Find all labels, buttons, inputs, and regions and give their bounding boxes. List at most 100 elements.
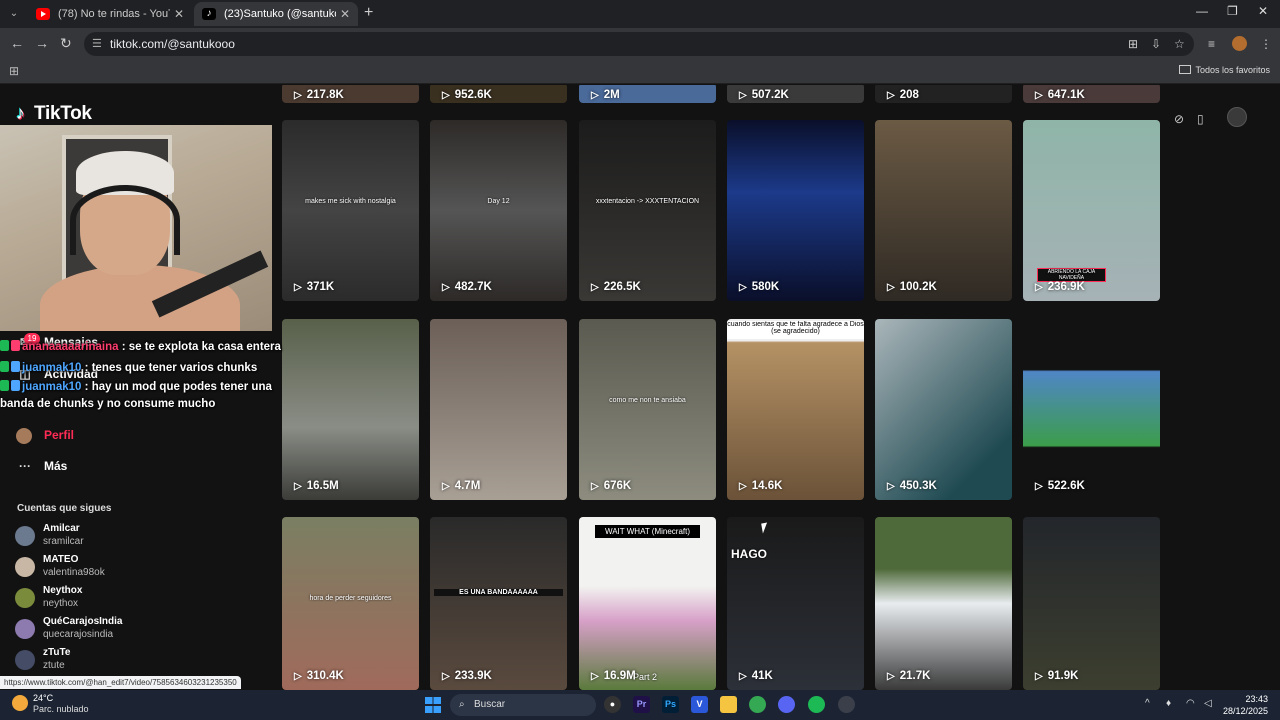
video-card[interactable]: 952.6K xyxy=(430,85,567,103)
tiktok-logo[interactable]: ♪ TikTok xyxy=(16,103,92,125)
close-icon[interactable]: ✕ xyxy=(174,2,184,26)
user-avatar[interactable] xyxy=(1227,107,1247,127)
taskbar-search[interactable]: ⌕ Buscar xyxy=(450,694,596,716)
phone-icon[interactable]: ▯ xyxy=(1197,112,1204,126)
all-bookmarks-button[interactable]: Todos los favoritos xyxy=(1179,65,1270,75)
video-card[interactable]: cuando sientas que te falta agradece a D… xyxy=(727,319,864,500)
video-card[interactable]: makes me sick with nostalgia 371K xyxy=(282,120,419,301)
following-name: zTuTe xyxy=(43,647,71,658)
install-icon[interactable]: ⇩ xyxy=(1151,37,1161,51)
view-count: 522.6K xyxy=(1035,480,1085,492)
video-card[interactable]: 522.6K xyxy=(1023,319,1160,500)
video-caption: cuando sientas que te falta agradece a D… xyxy=(727,321,864,339)
video-card[interactable]: WAIT WHAT (Minecraft) Part 216.9M xyxy=(579,517,716,690)
view-count: 41K xyxy=(739,670,773,682)
video-card[interactable]: 208 xyxy=(875,85,1012,103)
obs-icon[interactable]: ● xyxy=(604,696,621,713)
site-info-icon[interactable]: ☰ xyxy=(92,37,102,50)
tray-chevron-icon[interactable]: ^ xyxy=(1145,698,1150,709)
reload-icon[interactable]: ↻ xyxy=(60,35,72,52)
video-card[interactable]: 91.9K xyxy=(1023,517,1160,690)
following-item[interactable]: Neythox neythox xyxy=(15,585,255,613)
translate-icon[interactable]: ⊞ xyxy=(1128,37,1138,51)
windows-start-icon[interactable] xyxy=(425,697,441,713)
tab-search-icon[interactable]: ⌄ xyxy=(6,6,22,22)
view-count: 21.7K xyxy=(887,670,931,682)
video-card[interactable]: ABRIENDO LA CAJA NAVIDEÑA236.9K xyxy=(1023,120,1160,301)
volume-icon[interactable]: ◁ xyxy=(1204,698,1212,709)
chat-username: juanmak10 xyxy=(22,362,82,374)
back-icon[interactable]: ← xyxy=(10,35,24,51)
spotify-icon[interactable] xyxy=(808,696,825,713)
clock[interactable]: 23:43 28/12/2025 xyxy=(1223,693,1268,717)
tab-youtube[interactable]: (78) No te rindas - YouTube ✕ xyxy=(28,2,192,26)
restore-icon[interactable]: ❐ xyxy=(1227,4,1238,18)
view-count: 217.8K xyxy=(294,89,344,101)
apps-icon[interactable]: ⊞ xyxy=(9,64,19,78)
video-card[interactable]: 2M xyxy=(579,85,716,103)
view-count: 4.7M xyxy=(442,480,481,492)
address-bar[interactable]: ☰ tiktok.com/@santukooo xyxy=(84,32,1194,56)
photoshop-icon[interactable]: Ps xyxy=(662,696,679,713)
file-explorer-icon[interactable] xyxy=(720,696,737,713)
video-card[interactable]: 21.7K xyxy=(875,517,1012,690)
video-card[interactable]: ES UNA BANDAAAAAA 233.9K xyxy=(430,517,567,690)
tiktok-page: 217.8K 952.6K 2M 507.2K 208 647.1K makes me s… xyxy=(0,85,1280,690)
chat-message: ananaaaaarinaina : se te explota ka casa… xyxy=(0,337,281,358)
mic-icon[interactable]: ♦ xyxy=(1166,698,1171,709)
wifi-icon[interactable]: ◠ xyxy=(1186,698,1195,709)
search-placeholder: Buscar xyxy=(474,699,506,710)
video-card[interactable]: Day 12 482.7K xyxy=(430,120,567,301)
chrome-icon[interactable] xyxy=(749,696,766,713)
video-card[interactable]: 100.2K xyxy=(875,120,1012,301)
view-count: 507.2K xyxy=(739,89,789,101)
close-icon[interactable]: ✕ xyxy=(340,2,350,26)
forward-icon[interactable]: → xyxy=(35,35,49,51)
menu-icon[interactable]: ⋮ xyxy=(1260,37,1272,51)
new-tab-button[interactable]: + xyxy=(364,4,373,22)
weather-icon xyxy=(12,695,28,711)
close-window-icon[interactable]: ✕ xyxy=(1258,4,1268,18)
following-item[interactable]: Amilcar sramilcar xyxy=(15,523,255,551)
video-card[interactable]: 16.5M xyxy=(282,319,419,500)
tab-title: (78) No te rindas - YouTube xyxy=(58,8,170,20)
nav-perfil[interactable]: Perfil xyxy=(16,428,74,444)
avatar xyxy=(15,557,35,577)
video-card[interactable]: 4.7M xyxy=(430,319,567,500)
folder-icon xyxy=(1179,65,1192,74)
vegas-icon[interactable]: V xyxy=(691,696,708,713)
chrome-active-icon[interactable] xyxy=(838,696,855,713)
youtube-icon xyxy=(36,8,50,20)
screen: ⌄ (78) No te rindas - YouTube ✕ ♪ (23)Sa… xyxy=(0,0,1280,720)
video-card[interactable]: 580K xyxy=(727,120,864,301)
compass-icon[interactable]: ⊘ xyxy=(1174,112,1184,126)
video-card[interactable]: hora de perder seguidores 310.4K xyxy=(282,517,419,690)
video-grid: 217.8K 952.6K 2M 507.2K 208 647.1K makes me s… xyxy=(282,85,1162,690)
video-card[interactable]: como me non te ansiaba 676K xyxy=(579,319,716,500)
video-card[interactable]: 217.8K xyxy=(282,85,419,103)
video-card[interactable]: 507.2K xyxy=(727,85,864,103)
star-icon[interactable]: ☆ xyxy=(1174,37,1185,51)
video-card[interactable]: 450.3K xyxy=(875,319,1012,500)
premiere-icon[interactable]: Pr xyxy=(633,696,650,713)
following-item[interactable]: MATEO valentina98ok xyxy=(15,554,255,582)
browser-toolbar: ← → ↻ ☰ tiktok.com/@santukooo ⊞ ⇩ ☆ ≡ ⋮ xyxy=(0,28,1280,60)
discord-icon[interactable] xyxy=(778,696,795,713)
view-count: 450.3K xyxy=(887,480,937,492)
minimize-icon[interactable]: — xyxy=(1196,4,1208,18)
view-count: 952.6K xyxy=(442,89,492,101)
following-item[interactable]: zTuTe ztute xyxy=(15,647,255,675)
video-card[interactable]: xxxtentacion -> XXXTENTACION 226.5K xyxy=(579,120,716,301)
chat-badge-icon xyxy=(11,380,20,391)
view-count: 2M xyxy=(591,89,620,101)
media-icon[interactable]: ≡ xyxy=(1208,37,1215,51)
nav-mas[interactable]: ··· Más xyxy=(16,459,67,473)
following-handle: quecarajosindia xyxy=(43,629,114,640)
all-bookmarks-label: Todos los favoritos xyxy=(1195,65,1270,75)
following-item[interactable]: QuéCarajosIndia quecarajosindia xyxy=(15,616,255,644)
video-card[interactable]: HAGO 41K xyxy=(727,517,864,690)
view-count: 16.5M xyxy=(294,480,339,492)
tab-tiktok[interactable]: ♪ (23)Santuko (@santukooo) | TikTok ✕ xyxy=(194,2,358,26)
video-card[interactable]: 647.1K xyxy=(1023,85,1160,103)
profile-avatar[interactable] xyxy=(1232,36,1247,51)
